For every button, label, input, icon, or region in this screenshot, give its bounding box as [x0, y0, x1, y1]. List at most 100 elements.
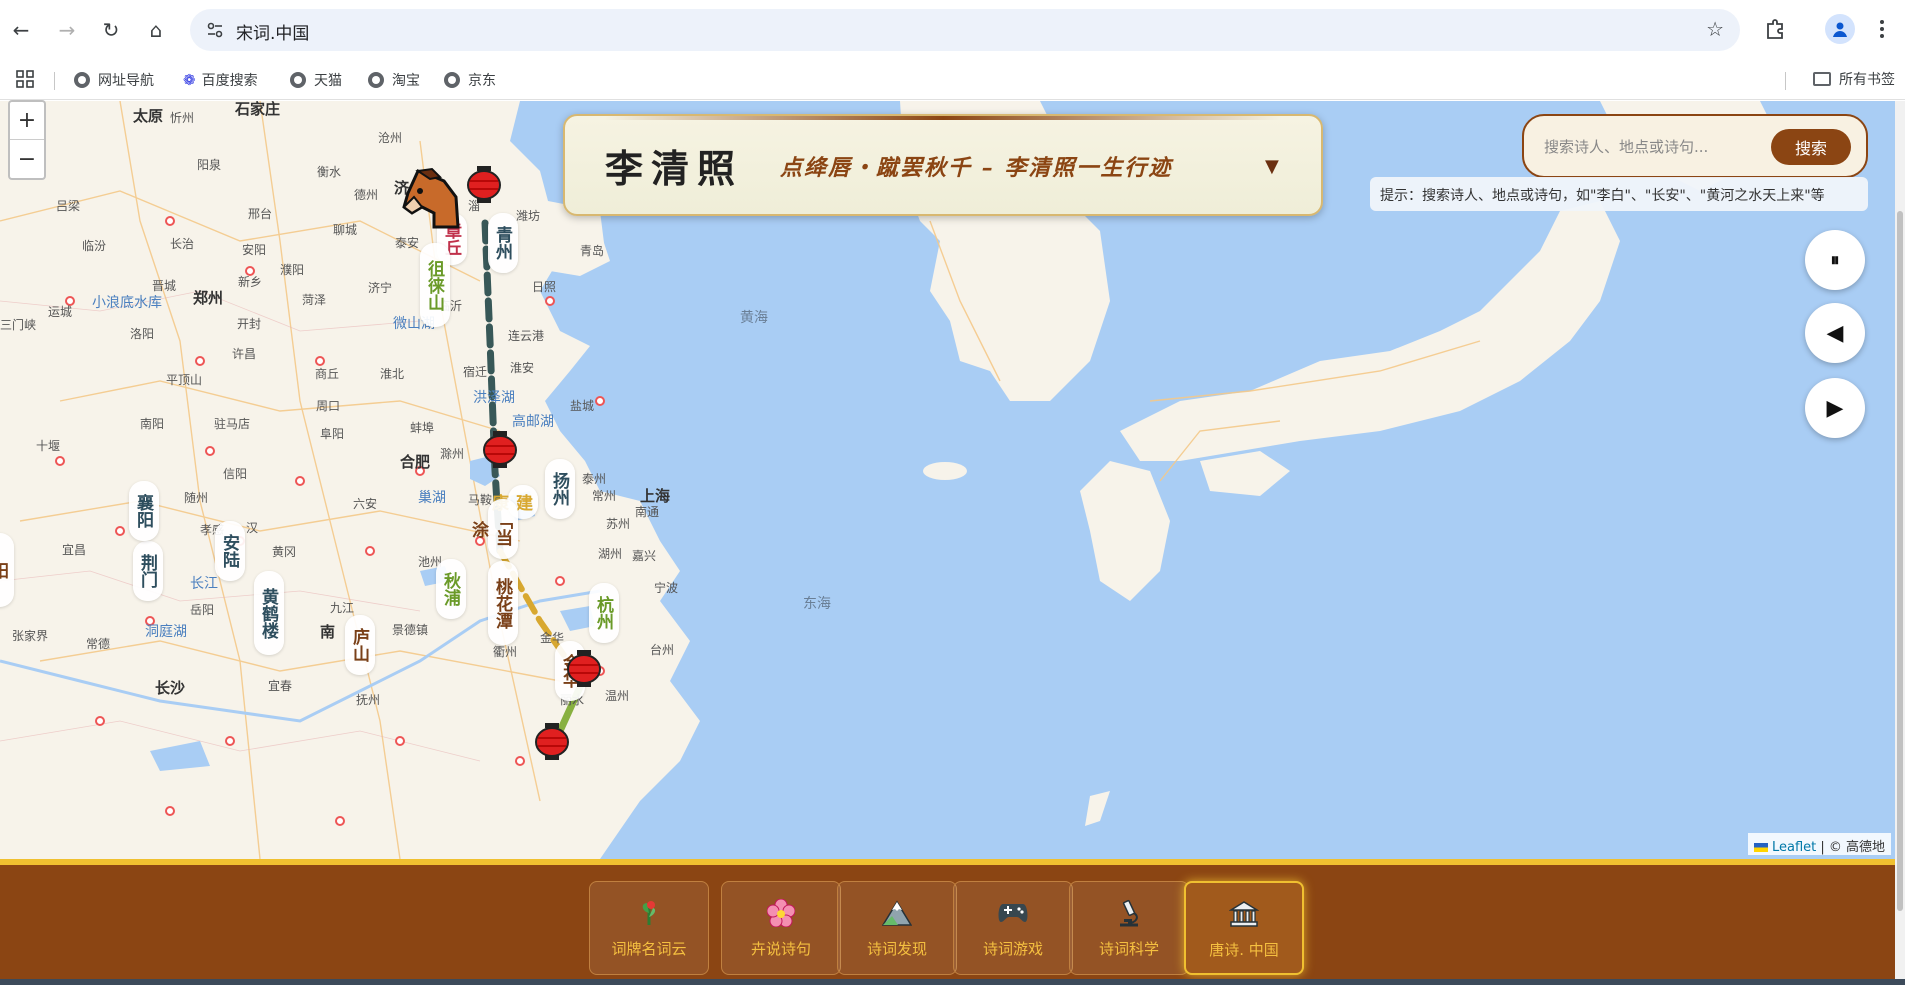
- lantern-marker-icon[interactable]: [566, 649, 602, 689]
- route-place-label[interactable]: 襄阳: [129, 481, 159, 541]
- tab-poem-games[interactable]: 诗词游戏: [953, 881, 1073, 975]
- city-label: 淮北: [380, 367, 405, 381]
- flower-icon: [767, 898, 795, 928]
- globe-icon: [368, 72, 384, 88]
- reload-icon[interactable]: ↻: [94, 13, 128, 47]
- city-label: 常州: [592, 489, 617, 503]
- route-place-label[interactable]: 徂徕山: [420, 243, 450, 327]
- city-label: 湖州: [598, 547, 623, 561]
- city-label: 济宁: [368, 281, 393, 295]
- tab-cipai-wordcloud[interactable]: 词牌名词云: [589, 881, 709, 975]
- lantern-marker-icon[interactable]: [466, 165, 502, 205]
- city-label: 合肥: [400, 453, 431, 471]
- city-label: 黄冈: [272, 545, 297, 559]
- bookmark-star-icon[interactable]: ☆: [1706, 17, 1724, 41]
- lantern-marker-icon[interactable]: [482, 430, 518, 470]
- city-label: 开封: [237, 317, 262, 331]
- mountain-icon: [882, 898, 912, 928]
- url-text[interactable]: 宋词.中国: [236, 19, 309, 44]
- zoom-out-button[interactable]: −: [10, 140, 44, 178]
- city-label: 阜阳: [320, 427, 345, 441]
- leaflet-link[interactable]: Leaflet: [1772, 840, 1816, 855]
- city-label: 洛阳: [130, 327, 155, 341]
- city-label: 南: [320, 623, 336, 641]
- city-label: 长治: [170, 237, 195, 251]
- route-place-label[interactable]: 「当涂: [468, 499, 518, 559]
- city-label: 菏泽: [302, 293, 327, 307]
- route-place-label[interactable]: 青州: [488, 213, 518, 273]
- site-info-icon[interactable]: [204, 19, 226, 41]
- apps-grid-icon[interactable]: [14, 68, 36, 90]
- tab-poem-science[interactable]: 诗词科学: [1069, 881, 1189, 975]
- city-label: 汉: [246, 521, 259, 535]
- tab-tang-poetry-china[interactable]: 唐诗. 中国: [1184, 881, 1304, 975]
- route-place-label[interactable]: 桃花潭: [488, 561, 518, 645]
- city-label: 长沙: [155, 679, 186, 697]
- city-label: 张家界: [12, 629, 49, 643]
- home-icon[interactable]: ⌂: [139, 13, 173, 47]
- forward-icon[interactable]: →: [50, 13, 84, 47]
- city-label: 运城: [48, 305, 73, 319]
- lake-label: 高邮湖: [512, 414, 554, 430]
- previous-button[interactable]: ◀: [1805, 303, 1865, 363]
- city-label: 衡水: [317, 165, 342, 179]
- route-place-label[interactable]: 阳: [0, 533, 14, 607]
- poet-name: 李清照: [605, 146, 744, 191]
- address-bar[interactable]: 宋词.中国 ☆: [190, 9, 1740, 51]
- city-label: 太原: [133, 107, 164, 125]
- route-place-label[interactable]: 荆门: [133, 541, 163, 601]
- city-label: 六安: [353, 497, 378, 511]
- city-label: 蚌埠: [410, 421, 435, 435]
- city-label: 日照: [532, 280, 557, 294]
- city-label: 邢台: [248, 207, 273, 221]
- lake-label: 洪泽湖: [473, 390, 515, 406]
- extensions-icon[interactable]: [1760, 14, 1790, 44]
- city-label: 常德: [86, 637, 111, 651]
- scrollbar-thumb[interactable]: [1897, 211, 1903, 911]
- city-label: 吕梁: [56, 199, 81, 213]
- globe-icon: [290, 72, 306, 88]
- city-label: 德州: [354, 188, 379, 202]
- ukraine-flag-icon: [1754, 843, 1768, 852]
- bookmark-item[interactable]: ❁ 百度搜索: [183, 69, 258, 91]
- city-label: 新乡: [238, 275, 263, 289]
- route-place-label[interactable]: 杭州: [589, 583, 619, 643]
- city-label: 滁州: [440, 447, 465, 461]
- route-place-label[interactable]: 黄鹤楼: [254, 571, 284, 655]
- search-button[interactable]: 搜索: [1771, 129, 1851, 165]
- city-label: 宁波: [654, 581, 679, 595]
- tab-flower-poems[interactable]: 卉说诗句: [721, 881, 841, 975]
- next-button[interactable]: ▶: [1805, 378, 1865, 438]
- route-place-label[interactable]: 安陆: [215, 521, 245, 581]
- city-label: 盐城: [570, 399, 595, 413]
- city-label: 石家庄: [235, 101, 281, 118]
- bookmark-item[interactable]: 网址导航: [74, 69, 154, 91]
- bookmark-item[interactable]: 京东: [444, 69, 496, 91]
- menu-kebab-icon[interactable]: [1872, 14, 1892, 44]
- map-attribution: Leaflet | © 高德地: [1748, 833, 1892, 855]
- dropdown-toggle[interactable]: ▼: [1265, 156, 1279, 177]
- zoom-in-button[interactable]: +: [10, 102, 44, 140]
- route-place-label[interactable]: 庐山: [345, 615, 375, 675]
- globe-icon: [444, 72, 460, 88]
- profile-avatar-icon[interactable]: [1825, 14, 1855, 44]
- all-bookmarks-button[interactable]: 所有书签: [1813, 69, 1895, 89]
- lantern-marker-icon[interactable]: [534, 722, 570, 762]
- search-box: 搜索: [1522, 114, 1868, 178]
- bookmark-item[interactable]: 天猫: [290, 69, 342, 91]
- city-label: 平顶山: [166, 373, 203, 387]
- back-icon[interactable]: ←: [4, 13, 38, 47]
- bookmark-item[interactable]: 淘宝: [368, 69, 420, 91]
- route-place-label[interactable]: 扬州: [545, 459, 575, 519]
- city-label: 泰州: [582, 472, 607, 486]
- route-place-label[interactable]: 秋浦: [436, 559, 466, 619]
- city-label: 郑州: [193, 289, 224, 307]
- search-input[interactable]: [1544, 134, 1754, 160]
- page-scrollbar[interactable]: [1895, 101, 1905, 985]
- city-label: 嘉兴: [632, 549, 657, 563]
- horse-marker-icon[interactable]: [400, 167, 462, 237]
- tab-poem-discovery[interactable]: 诗词发现: [837, 881, 957, 975]
- lake-label: 巢湖: [418, 490, 446, 506]
- globe-icon: [74, 72, 90, 88]
- pause-button[interactable]: ⏸: [1805, 230, 1865, 290]
